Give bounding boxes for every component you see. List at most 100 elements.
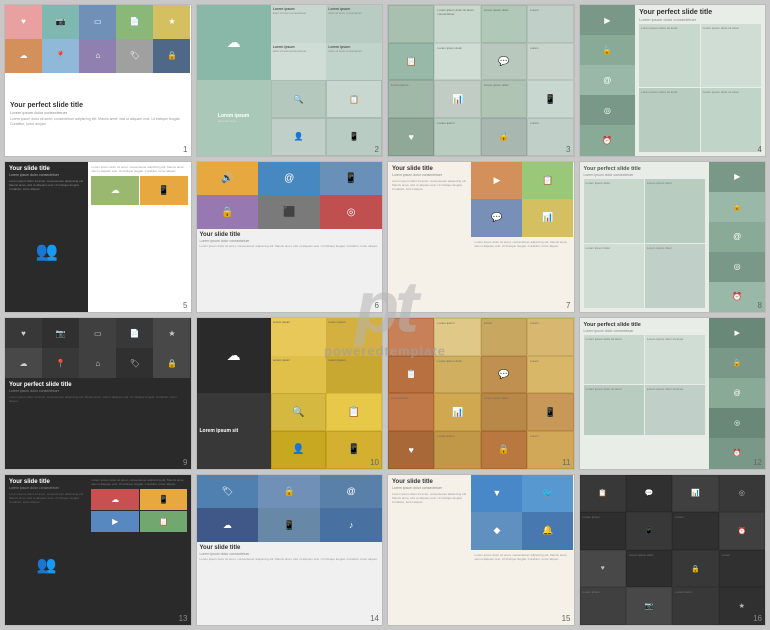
cloud-icon: ☁ (227, 34, 241, 51)
s15-ic3: ◆ (471, 512, 522, 550)
s16-c8: ⏰ (719, 512, 765, 550)
s9-icon-grid: ♥ 📷 ▭ 📄 ★ ☁ 📍 ⌂ 🏷 🔒 (5, 318, 191, 378)
s12-q1: Lorem ipsum dolor sit amet (584, 335, 644, 384)
s12-ic1: ▶ (709, 318, 765, 348)
slide-num-3: 3 (566, 145, 570, 154)
s7-subtitle: Lorem ipsum dolor consectetuer (392, 173, 467, 177)
slide-1-subtitle: Lorem ipsum dolor consectetuer (10, 110, 186, 115)
slide-num-6: 6 (375, 301, 379, 310)
s9-ic2: 📷 (42, 318, 79, 348)
slide-4[interactable]: ▶ 🔒 @ ◎ ⏰ Your perfect slide title Lorem… (579, 4, 767, 157)
s10-ig2: 📋 (326, 393, 382, 431)
slide-16[interactable]: 📋 💬 📊 ◎ Lorem ipsum 📱 Lorem ⏰ ♥ Lorem ip… (579, 474, 767, 627)
s10-tg4: Lorem ipsum (326, 356, 382, 394)
slide-7[interactable]: Your slide title Lorem ipsum dolor conse… (387, 161, 575, 314)
s10-ig1: 🔍 (271, 393, 327, 431)
s9-title: Your perfect slide title (9, 382, 187, 388)
slide-num-1: 1 (183, 145, 187, 154)
s8-ic2: 🔒 (709, 192, 765, 222)
s9-ic6: ☁ (5, 348, 42, 378)
slide-15[interactable]: Your slide title Lorem ipsum dolor conse… (387, 474, 575, 627)
s11-c1 (388, 318, 434, 356)
s6-ic5: ⬛ (258, 195, 320, 229)
s14-text: Your slide title Lorem ipsum dolor conse… (197, 542, 383, 564)
s8-ic1: ▶ (709, 162, 765, 192)
s5-body: Lorem ipsum dolor sit amet, consectetuer… (9, 179, 84, 192)
slide-num-11: 11 (562, 458, 570, 467)
s5-icon-1: ☁ (91, 176, 139, 205)
s8-ic3: @ (709, 222, 765, 252)
slide-5[interactable]: Your slide title Lorem ipsum dolor conse… (4, 161, 192, 314)
grid-icon-6: 🔒 (481, 118, 527, 156)
slide-1[interactable]: ♥ 📷 ▭ 📄 ★ ☁ 📍 ⌂ 🏷 🔒 Your perfect slide t… (4, 4, 192, 157)
s5-left: Your slide title Lorem ipsum dolor conse… (5, 162, 88, 313)
slide-8[interactable]: Your perfect slide title Lorem ipsum dol… (579, 161, 767, 314)
grid-icon-2: 💬 (481, 43, 527, 81)
slide-2[interactable]: ☁ Lorem ipsumdolor sit amet consectetuer… (196, 4, 384, 157)
grid-cell-7: Lorem ipsum (388, 80, 434, 118)
slide-num-12: 12 (753, 458, 762, 467)
s14-subtitle: Lorem ipsum dolor consectetuer (200, 552, 380, 556)
tag-icon: 🏷 (130, 51, 140, 60)
s9-ic4: 📄 (116, 318, 153, 348)
slide-grid: ♥ 📷 ▭ 📄 ★ ☁ 📍 ⌂ 🏷 🔒 Your perfect slide t… (0, 0, 770, 630)
s15-body: Lorem ipsum dolor sit amet, consectetuer… (392, 492, 467, 505)
camera-icon: 📷 (56, 17, 66, 26)
s8-subtitle: Lorem ipsum dolor consectetuer (584, 173, 706, 177)
s10-tg2: Lorem ipsum (326, 318, 382, 356)
s8-q2: Lorem ipsum dolor (645, 179, 705, 243)
s13-icons: ☁ 📱 ▶ 📋 (91, 489, 187, 532)
slide-num-16: 16 (753, 614, 762, 623)
slide-num-10: 10 (370, 458, 379, 467)
slide-13[interactable]: Your slide title Lorem ipsum dolor conse… (4, 474, 192, 627)
slide-num-4: 4 (758, 145, 762, 154)
s13-users: 👥 (9, 508, 84, 621)
slide-6[interactable]: 🔊 @ 📱 🔒 ⬛ ◎ Your slide title Lorem ipsum… (196, 161, 384, 314)
slide-12[interactable]: Your perfect slide title Lorem ipsum dol… (579, 317, 767, 470)
grid-icon-5: ♥ (388, 118, 434, 156)
slide-9[interactable]: ♥ 📷 ▭ 📄 ★ ☁ 📍 ⌂ 🏷 🔒 Your perfect slide t… (4, 317, 192, 470)
text-cell-1: Lorem ipsumdolor sit amet consectetuer (271, 5, 327, 43)
s12-ic2: 🔒 (709, 348, 765, 378)
s13-title: Your slide title (9, 479, 84, 485)
s7-ic1: ▶ (471, 162, 522, 200)
grid-icon-4: 📱 (527, 80, 573, 118)
s14-ic1: 🏷 (197, 475, 259, 509)
s14-ic4: ☁ (197, 508, 259, 542)
s16-c7: Lorem (672, 512, 718, 550)
text-cell-3: Lorem ipsumdolor sit amet consectetuer (271, 43, 327, 81)
s11-ic2: 💬 (481, 356, 527, 394)
s11-c3: Lorem (481, 318, 527, 356)
s12-left: Your perfect slide title Lorem ipsum dol… (580, 318, 710, 469)
s16-c4: ◎ (719, 475, 765, 513)
slide-11[interactable]: Lorem ipsum Lorem Lorem 📋 Lorem ipsum do… (387, 317, 575, 470)
s15-ic2: 🐦 (522, 475, 573, 513)
slide-14[interactable]: 🏷 🔒 @ ☁ 📱 ♪ Your slide title Lorem ipsum… (196, 474, 384, 627)
pin-icon: 📍 (56, 51, 66, 60)
s5-icon-2: 📱 (140, 176, 188, 205)
slide-3[interactable]: Lorem ipsum dolor sit amet consectetuer … (387, 4, 575, 157)
s7-ic4: 📊 (522, 199, 573, 237)
s13-subtitle: Lorem ipsum dolor consectetuer (9, 486, 84, 490)
s16-c3: 📊 (672, 475, 718, 513)
s15-left: Your slide title Lorem ipsum dolor conse… (388, 475, 471, 626)
slide-1-body: Lorem ipsum dolor sit amet, consectetuer… (10, 117, 186, 127)
s14-ic5: 📱 (258, 508, 320, 542)
s8-q3: Lorem ipsum dolor (584, 244, 644, 308)
s16-c12: Lorem (719, 550, 765, 588)
s6-text: Your slide title Lorem ipsum dolor conse… (197, 229, 383, 251)
s6-title: Your slide title (200, 232, 380, 238)
s9-subtitle: Lorem ipsum dolor consectetuer (9, 389, 187, 393)
s11-c2: Lorem ipsum (434, 318, 480, 356)
s7-body: Lorem ipsum dolor sit amet, consectetuer… (392, 179, 467, 192)
slide-num-15: 15 (562, 614, 571, 623)
s15-subtitle: Lorem ipsum dolor consectetuer (392, 486, 467, 490)
s8-icons: ▶ 🔒 @ ◎ ⏰ (709, 162, 765, 313)
s11-c6: Lorem (527, 356, 573, 394)
s11-c5: Lorem ipsum dolor (434, 356, 480, 394)
s14-ic2: 🔒 (258, 475, 320, 509)
grid-icon-3: 📊 (434, 80, 480, 118)
vi-cell-1: ▶ (580, 5, 636, 35)
s8-ic4: ◎ (709, 252, 765, 282)
slide-10[interactable]: ☁ Lorem ipsum Lorem ipsum Lorem ipsum Lo… (196, 317, 384, 470)
